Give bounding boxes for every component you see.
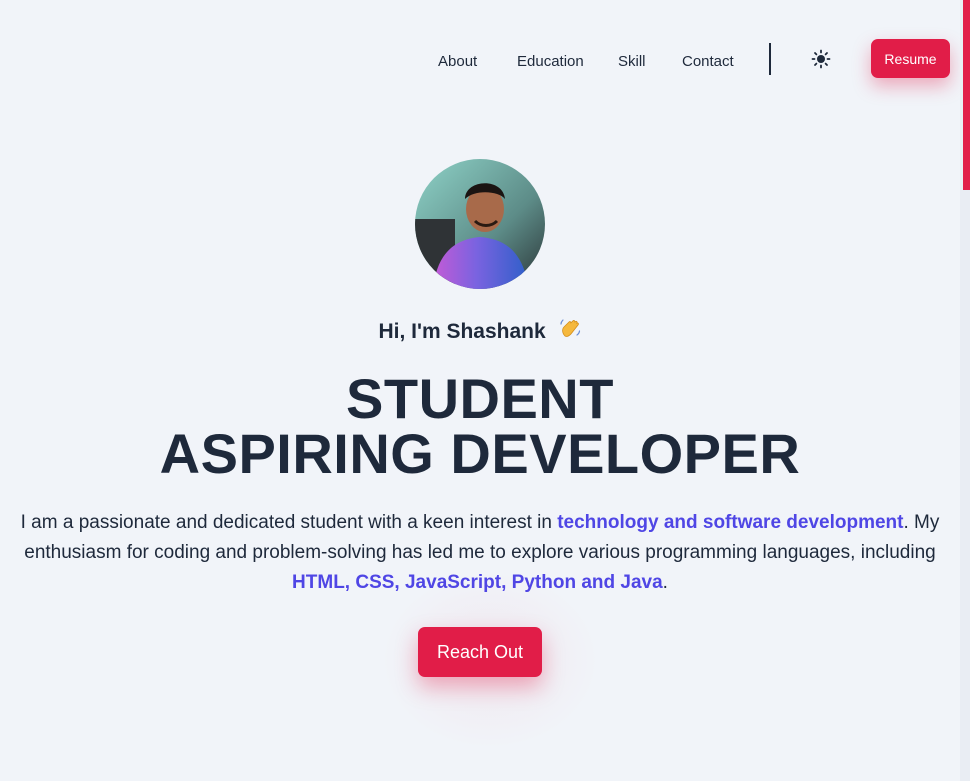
reach-out-button[interactable]: Reach Out: [418, 627, 542, 677]
intro-text-3: .: [662, 572, 668, 593]
profile-avatar: [415, 159, 545, 289]
nav-divider: [769, 43, 771, 75]
scrollbar[interactable]: [960, 0, 970, 781]
nav-link-about[interactable]: About: [438, 53, 477, 70]
greeting-text: Hi, I'm Shashank: [378, 320, 546, 343]
intro-highlight-technology: technology and software development: [557, 512, 904, 533]
intro-text-1: I am a passionate and dedicated student …: [20, 512, 558, 533]
nav-link-education[interactable]: Education: [517, 53, 584, 70]
top-nav: About Education Skill Contact Resume: [0, 0, 970, 120]
hero-headline: STUDENT ASPIRING DEVELOPER: [0, 367, 960, 485]
headline-line-2: ASPIRING DEVELOPER: [159, 422, 801, 485]
sun-icon: [811, 49, 831, 69]
scrollbar-thumb[interactable]: [963, 0, 970, 190]
nav-link-skill[interactable]: Skill: [618, 53, 646, 70]
waving-hand-icon: [558, 316, 582, 346]
nav-link-contact[interactable]: Contact: [682, 53, 734, 70]
resume-button[interactable]: Resume: [871, 39, 950, 78]
greeting: Hi, I'm Shashank: [0, 316, 960, 346]
theme-toggle-button[interactable]: [809, 47, 833, 71]
headline-line-1: STUDENT: [346, 367, 614, 430]
